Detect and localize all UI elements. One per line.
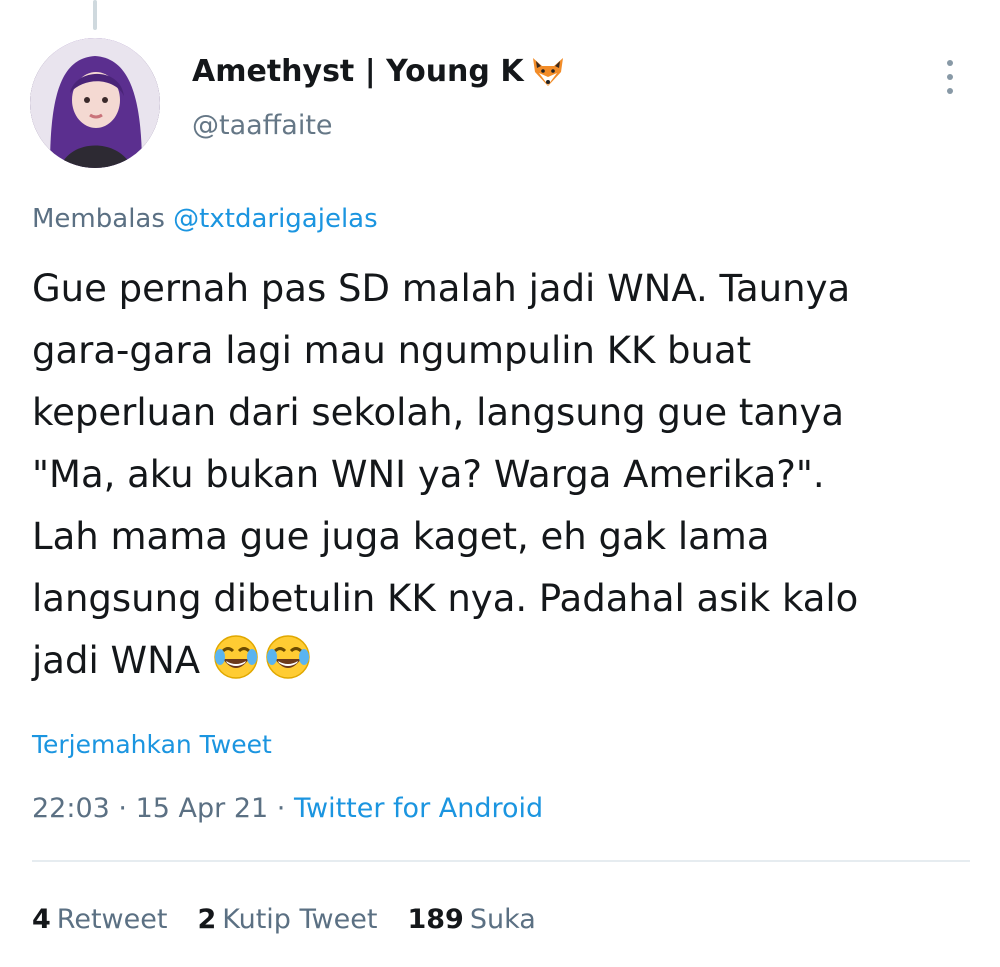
reply-context: Membalas @txtdarigajelas bbox=[32, 201, 378, 237]
thread-connector-line bbox=[93, 0, 97, 30]
avatar[interactable] bbox=[30, 38, 160, 168]
tweet-date[interactable]: 15 Apr 21 bbox=[136, 793, 269, 824]
display-name[interactable]: Amethyst | Young K bbox=[192, 52, 566, 92]
like-count[interactable]: 189 Suka bbox=[407, 900, 535, 940]
reply-prefix: Membalas bbox=[32, 204, 165, 234]
tweet-body-text: Gue pernah pas SD malah jadi WNA. Taunya… bbox=[32, 267, 859, 682]
avatar-image bbox=[30, 38, 160, 168]
tweet-header: Amethyst | Young K @taaffaite bbox=[192, 52, 566, 144]
meta-separator: · bbox=[276, 793, 286, 824]
user-handle[interactable]: @taaffaite bbox=[192, 108, 566, 144]
tweet-time[interactable]: 22:03 bbox=[32, 793, 110, 824]
more-options-icon[interactable] bbox=[940, 60, 960, 94]
fox-face-icon bbox=[532, 58, 563, 86]
tweet-text: Gue pernah pas SD malah jadi WNA. Taunya… bbox=[32, 258, 967, 692]
display-name-text: Amethyst | Young K bbox=[192, 54, 524, 89]
face-with-tears-of-joy-icon bbox=[266, 635, 310, 679]
tweet-source-link[interactable]: Twitter for Android bbox=[294, 793, 543, 824]
face-with-tears-of-joy-icon bbox=[214, 635, 258, 679]
meta-separator: · bbox=[118, 793, 127, 824]
tweet-stats: 4 Retweet 2 Kutip Tweet 189 Suka bbox=[32, 900, 536, 940]
retweet-count[interactable]: 4 Retweet bbox=[32, 900, 167, 940]
divider bbox=[32, 860, 970, 862]
tweet-meta: 22:03 · 15 Apr 21 · Twitter for Android bbox=[32, 789, 543, 829]
translate-tweet-link[interactable]: Terjemahkan Tweet bbox=[32, 728, 272, 762]
quote-tweet-count[interactable]: 2 Kutip Tweet bbox=[197, 900, 377, 940]
reply-mention-link[interactable]: @txtdarigajelas bbox=[173, 204, 377, 234]
